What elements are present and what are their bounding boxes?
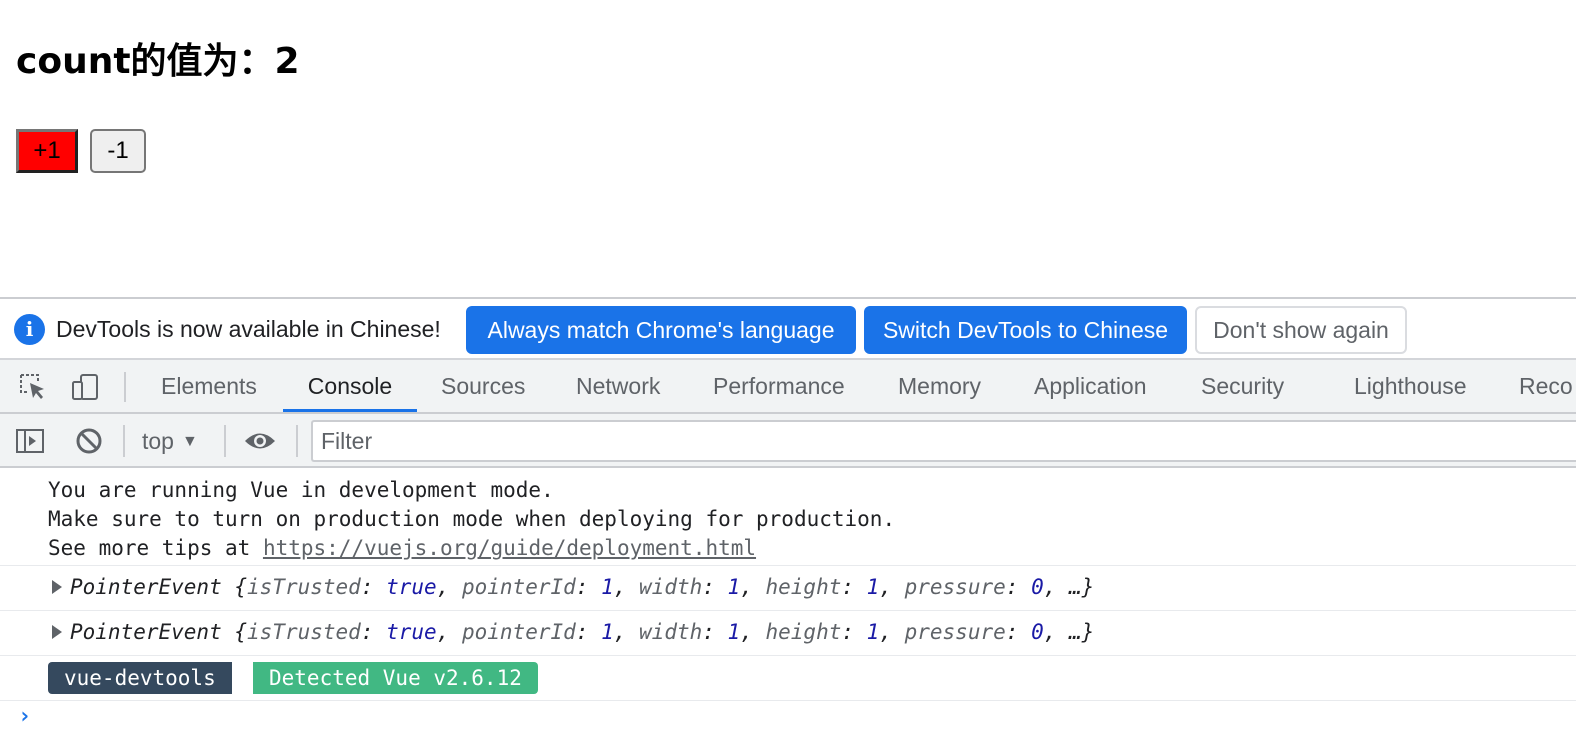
vue-deployment-link[interactable]: https://vuejs.org/guide/deployment.html: [263, 536, 756, 560]
always-match-language-button[interactable]: Always match Chrome's language: [466, 306, 856, 354]
button-row: +1 -1: [16, 129, 146, 173]
pointer-event-preview: PointerEvent {isTrusted: true, pointerId…: [70, 575, 1095, 599]
toolbar-divider: [224, 425, 226, 457]
context-selector[interactable]: top ▼: [142, 425, 198, 457]
pointer-event-preview: PointerEvent {isTrusted: true, pointerId…: [70, 620, 1095, 644]
detected-vue-badge: Detected Vue v2.6.12: [253, 662, 538, 694]
console-text: Make sure to turn on production mode whe…: [48, 507, 896, 531]
toolbar-divider: [296, 425, 298, 457]
console-toolbar: top ▼: [0, 414, 1576, 468]
console-message-pointer-event[interactable]: PointerEvent {isTrusted: true, pointerId…: [0, 611, 1576, 656]
expand-triangle-icon[interactable]: [52, 580, 62, 594]
tab-console[interactable]: Console: [283, 360, 417, 412]
clear-console-icon[interactable]: [74, 426, 104, 456]
expand-triangle-icon[interactable]: [52, 625, 62, 639]
page-viewport: count的值为：2 +1 -1: [0, 0, 1576, 297]
language-infobar: i DevTools is now available in Chinese! …: [0, 299, 1576, 360]
tab-elements[interactable]: Elements: [161, 360, 257, 412]
tab-network[interactable]: Network: [576, 360, 660, 412]
devtools-panel: i DevTools is now available in Chinese! …: [0, 297, 1576, 738]
toolbar-divider: [123, 425, 125, 457]
tab-lighthouse[interactable]: Lighthouse: [1354, 360, 1467, 412]
console-output: You are running Vue in development mode.…: [0, 468, 1576, 738]
sidebar-toggle-icon[interactable]: [15, 426, 45, 456]
vue-devtools-badge: vue-devtools: [48, 662, 232, 694]
console-message-vue-notice: You are running Vue in development mode.…: [0, 468, 1576, 566]
increment-button[interactable]: +1: [16, 129, 78, 173]
console-message-pointer-event[interactable]: PointerEvent {isTrusted: true, pointerId…: [0, 566, 1576, 611]
console-message-vue-devtools: vue-devtools Detected Vue v2.6.12: [0, 656, 1576, 701]
info-icon: i: [14, 314, 45, 345]
context-label: top: [142, 428, 174, 454]
console-text-prefix: See more tips at: [48, 536, 263, 560]
tab-recorder[interactable]: Reco: [1519, 360, 1573, 412]
tab-performance[interactable]: Performance: [713, 360, 845, 412]
infobar-message: DevTools is now available in Chinese!: [56, 316, 441, 342]
device-toolbar-icon[interactable]: [70, 372, 100, 402]
eye-icon[interactable]: [243, 426, 277, 456]
console-text: See more tips at https://vuejs.org/guide…: [48, 536, 756, 560]
devtools-tabbar: Elements Console Sources Network Perform…: [0, 360, 1576, 414]
console-text: You are running Vue in development mode.: [48, 478, 554, 502]
switch-to-chinese-button[interactable]: Switch DevTools to Chinese: [864, 306, 1187, 354]
decrement-button[interactable]: -1: [90, 129, 146, 173]
inspect-element-icon[interactable]: [18, 372, 48, 402]
count-heading: count的值为：2: [16, 41, 300, 82]
console-prompt-icon[interactable]: ›: [18, 704, 31, 729]
filter-input[interactable]: [311, 420, 1576, 462]
caret-down-icon: ▼: [181, 433, 198, 450]
dont-show-again-button[interactable]: Don't show again: [1195, 306, 1407, 354]
tab-application[interactable]: Application: [1034, 360, 1147, 412]
tab-security[interactable]: Security: [1201, 360, 1284, 412]
tabbar-divider: [124, 372, 126, 402]
tab-sources[interactable]: Sources: [441, 360, 525, 412]
tab-memory[interactable]: Memory: [898, 360, 981, 412]
